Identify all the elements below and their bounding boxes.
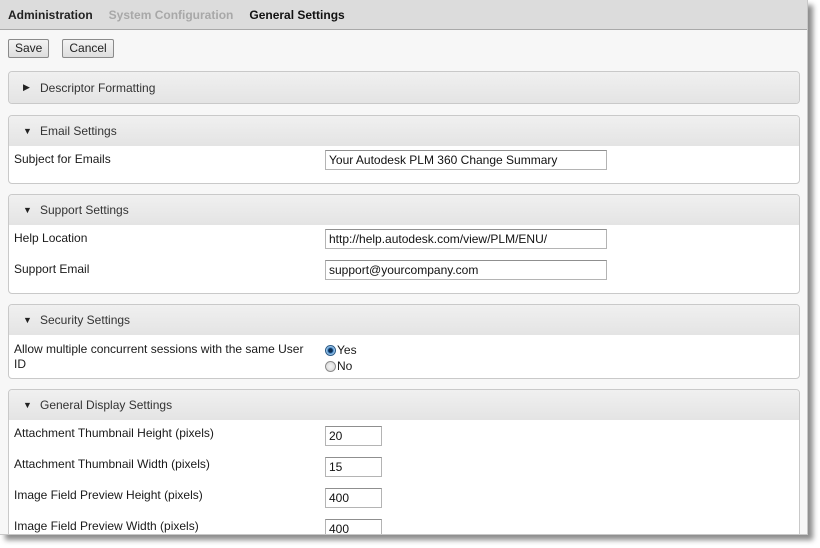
- field-row-preview-height: Image Field Preview Height (pixels): [9, 484, 799, 515]
- breadcrumb-administration[interactable]: Administration: [8, 8, 93, 22]
- preview-height-input[interactable]: [325, 488, 382, 508]
- breadcrumb-system-configuration[interactable]: System Configuration: [109, 8, 234, 22]
- section-body: Allow multiple concurrent sessions with …: [9, 335, 799, 378]
- section-body: Attachment Thumbnail Height (pixels) Att…: [9, 420, 799, 534]
- toolbar: Save Cancel: [0, 30, 807, 58]
- field-row-preview-width: Image Field Preview Width (pixels): [9, 515, 799, 534]
- support-email-label: Support Email: [14, 262, 90, 276]
- support-email-input[interactable]: [325, 260, 607, 280]
- section-title: Security Settings: [40, 313, 131, 327]
- field-row-thumbnail-height: Attachment Thumbnail Height (pixels): [9, 422, 799, 453]
- thumbnail-height-input[interactable]: [325, 426, 382, 446]
- radio-option-no[interactable]: No: [325, 358, 357, 374]
- section-email-settings: ▼ Email Settings Subject for Emails: [8, 115, 800, 184]
- radio-yes[interactable]: [325, 344, 336, 356]
- section-title: General Display Settings: [40, 398, 173, 412]
- field-row-concurrent-sessions: Allow multiple concurrent sessions with …: [9, 337, 799, 374]
- section-title: Support Settings: [40, 203, 129, 217]
- collapse-triangle-icon: ▼: [23, 315, 32, 325]
- radio-no-label[interactable]: No: [337, 359, 352, 373]
- collapse-triangle-icon: ▼: [23, 205, 32, 215]
- email-subject-label: Subject for Emails: [14, 152, 111, 166]
- cancel-button[interactable]: Cancel: [62, 39, 114, 58]
- radio-option-yes[interactable]: Yes: [325, 342, 357, 358]
- section-header-security-settings[interactable]: ▼ Security Settings: [9, 305, 799, 335]
- breadcrumb-general-settings: General Settings: [249, 7, 345, 22]
- field-row-help-location: Help Location: [9, 227, 799, 258]
- radio-yes-label[interactable]: Yes: [337, 343, 357, 357]
- section-header-email-settings[interactable]: ▼ Email Settings: [9, 116, 799, 146]
- preview-height-label: Image Field Preview Height (pixels): [14, 488, 203, 502]
- section-descriptor-formatting: ▶ Descriptor Formatting: [8, 71, 800, 104]
- section-security-settings: ▼ Security Settings Allow multiple concu…: [8, 304, 800, 379]
- section-header-general-display-settings[interactable]: ▼ General Display Settings: [9, 390, 799, 420]
- section-body: Help Location Support Email: [9, 225, 799, 293]
- breadcrumb: Administration System Configuration Gene…: [0, 0, 807, 30]
- preview-width-label: Image Field Preview Width (pixels): [14, 519, 199, 533]
- field-row-email-subject: Subject for Emails: [9, 148, 799, 179]
- section-general-display-settings: ▼ General Display Settings Attachment Th…: [8, 389, 800, 534]
- field-row-support-email: Support Email: [9, 258, 799, 289]
- thumbnail-width-input[interactable]: [325, 457, 382, 477]
- save-button[interactable]: Save: [8, 39, 50, 58]
- section-support-settings: ▼ Support Settings Help Location Support…: [8, 194, 800, 294]
- help-location-label: Help Location: [14, 231, 88, 245]
- expand-triangle-icon: ▶: [23, 82, 30, 92]
- radio-no[interactable]: [325, 360, 336, 372]
- section-title: Descriptor Formatting: [40, 80, 156, 95]
- help-location-input[interactable]: [325, 229, 607, 249]
- concurrent-sessions-label: Allow multiple concurrent sessions with …: [14, 342, 304, 371]
- email-subject-input[interactable]: [325, 150, 607, 170]
- thumbnail-width-label: Attachment Thumbnail Width (pixels): [14, 457, 210, 471]
- general-settings-window: Administration System Configuration Gene…: [0, 0, 808, 535]
- section-header-support-settings[interactable]: ▼ Support Settings: [9, 195, 799, 225]
- section-body: Subject for Emails: [9, 146, 799, 183]
- preview-width-input[interactable]: [325, 519, 382, 534]
- section-header-descriptor-formatting[interactable]: ▶ Descriptor Formatting: [9, 72, 799, 103]
- section-title: Email Settings: [40, 124, 117, 138]
- collapse-triangle-icon: ▼: [23, 126, 32, 136]
- collapse-triangle-icon: ▼: [23, 400, 32, 410]
- field-row-thumbnail-width: Attachment Thumbnail Width (pixels): [9, 453, 799, 484]
- thumbnail-height-label: Attachment Thumbnail Height (pixels): [14, 426, 214, 440]
